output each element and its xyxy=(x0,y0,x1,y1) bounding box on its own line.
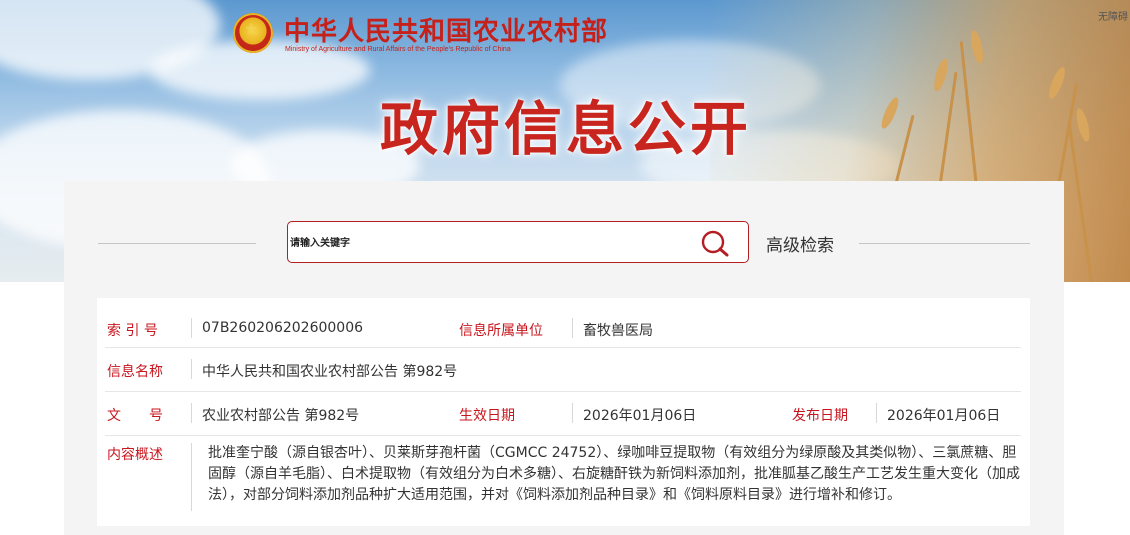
search-icon xyxy=(701,230,729,257)
divider-line xyxy=(98,243,256,244)
column-divider xyxy=(191,403,192,423)
summary-value: 批准奎宁酸（源自银杏叶）、贝莱斯芽孢杆菌（CGMCC 24752）、绿咖啡豆提取… xyxy=(208,445,1020,503)
info-row-index: 索 引 号 07B260206202600006 信息所属单位 畜牧兽医局 xyxy=(105,298,1021,348)
column-divider xyxy=(876,403,877,423)
accessibility-link[interactable]: 无障碍 xyxy=(1098,8,1128,23)
divider-line xyxy=(859,243,1030,244)
search-button[interactable] xyxy=(698,228,734,258)
publish-date-label: 发布日期 xyxy=(792,408,848,424)
summary-label: 内容概述 xyxy=(107,447,163,463)
unit-label: 信息所属单位 xyxy=(459,323,543,339)
publish-date-value: 2026年01月06日 xyxy=(887,408,1001,424)
doc-number-value: 农业农村部公告 第982号 xyxy=(202,408,360,424)
info-row-document: 文 号 农业农村部公告 第982号 生效日期 2026年01月06日 发布日期 … xyxy=(105,391,1021,436)
column-divider xyxy=(191,443,192,511)
name-value: 中华人民共和国农业农村部公告 第982号 xyxy=(202,364,458,380)
index-value: 07B260206202600006 xyxy=(202,320,364,336)
national-emblem-icon[interactable]: ★ xyxy=(233,13,273,53)
ministry-name[interactable]: 中华人民共和国农业农村部 xyxy=(284,11,608,48)
advanced-search-link[interactable]: 高级检索 xyxy=(766,231,834,256)
ministry-name-english: Ministry of Agriculture and Rural Affair… xyxy=(285,46,511,53)
index-label: 索 引 号 xyxy=(107,323,158,339)
effective-date-label: 生效日期 xyxy=(459,408,515,424)
column-divider xyxy=(572,403,573,423)
info-row-name: 信息名称 中华人民共和国农业农村部公告 第982号 xyxy=(105,347,1021,392)
column-divider xyxy=(191,359,192,379)
column-divider xyxy=(191,318,192,338)
page-title: 政府信息公开 xyxy=(380,95,753,163)
search-bar: 高级检索 xyxy=(64,221,1064,265)
info-row-summary: 内容概述 批准奎宁酸（源自银杏叶）、贝莱斯芽孢杆菌（CGMCC 24752）、绿… xyxy=(105,435,1021,519)
unit-value: 畜牧兽医局 xyxy=(583,323,653,339)
column-divider xyxy=(572,318,573,338)
name-label: 信息名称 xyxy=(107,364,163,380)
effective-date-value: 2026年01月06日 xyxy=(583,408,697,424)
info-table: 索 引 号 07B260206202600006 信息所属单位 畜牧兽医局 信息… xyxy=(97,298,1030,526)
search-input[interactable] xyxy=(288,222,692,264)
doc-number-label: 文 号 xyxy=(107,408,163,424)
search-box xyxy=(287,221,749,264)
